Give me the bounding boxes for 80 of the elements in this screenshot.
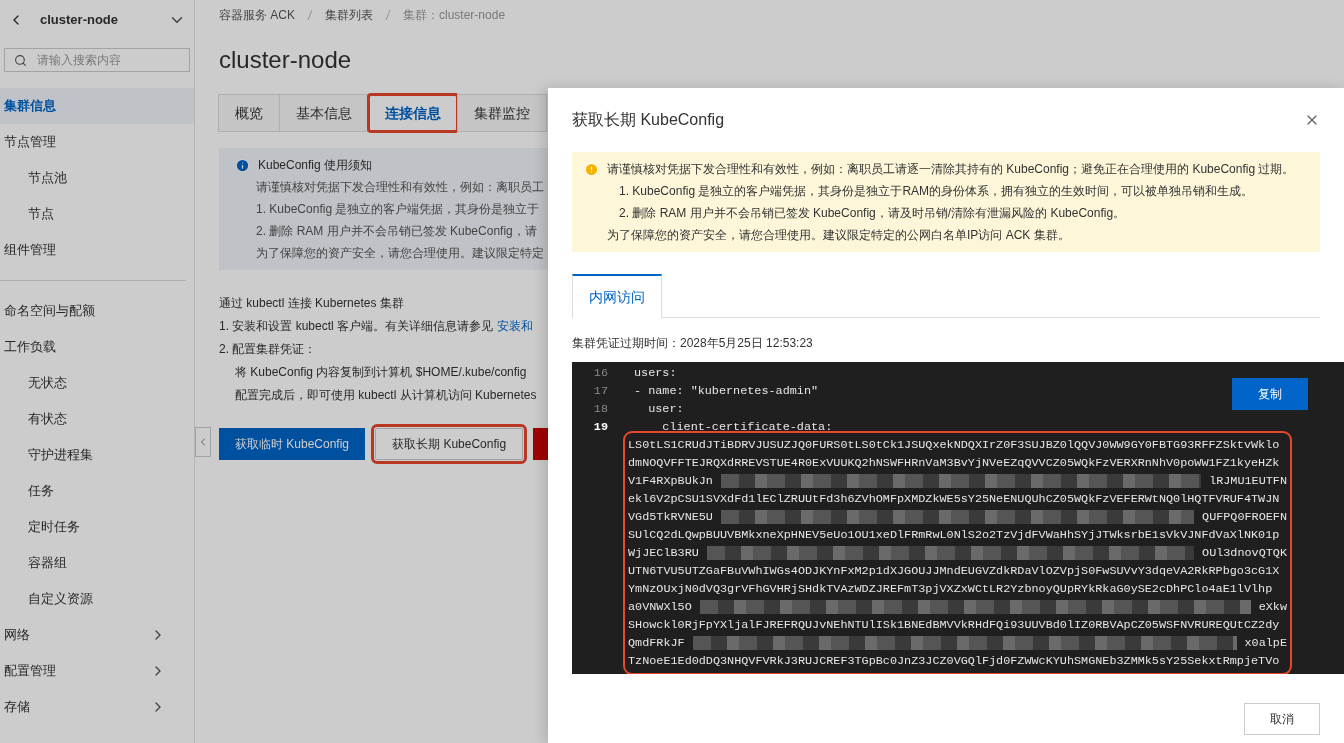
sidebar-item[interactable]: 配置管理 xyxy=(0,653,186,689)
notice-text: 请谨慎核对凭据下发合理性和有效性，例如：离职员工 xyxy=(255,179,544,196)
code-line: OUl3dnovQTQK xyxy=(1202,545,1287,562)
sidebar-item[interactable]: 网络 xyxy=(0,617,186,653)
warning-icon xyxy=(584,161,599,177)
line-number: 16 xyxy=(592,365,608,382)
code-line: QmdFRkJF xyxy=(628,635,685,652)
sidebar-item[interactable]: 容器组 xyxy=(0,545,186,581)
code-line: dmNOQVFFTEJRQXdRREVSTUE4R0ExVUUKQ2hNSWFHRnVaM3BvYjNVeEZqQVVCZ05WQkFzVERXRnNhV0poWW1FZ1kyeHZk xyxy=(628,455,1281,472)
code-line: a0VNWXl5O xyxy=(628,599,692,616)
code-line: - name: "kubernetes-admin" xyxy=(634,383,819,400)
notice-title: KubeConfig 使用须知 xyxy=(258,157,373,174)
sidebar-item[interactable]: 守护进程集 xyxy=(0,437,186,473)
tab[interactable]: 内网访问 xyxy=(572,274,662,318)
code-line: V1F4RXpBUkJn xyxy=(628,473,713,490)
code-line: eXkw xyxy=(1258,599,1287,616)
breadcrumb-item: 集群：cluster-node xyxy=(403,7,506,24)
code-line: UTN6TVU5UTZGaFBuVWhIWGs4ODJKYnFxM2p1dXJGOUJJMndEUGVZdkRDaVlOZVpjS0FwSUVvY3dqeVA2RkRPbgo3cG1X xyxy=(628,563,1281,580)
sidebar-title: cluster-node xyxy=(40,11,119,30)
sidebar-item[interactable]: 有状态 xyxy=(0,401,186,437)
search-icon xyxy=(14,54,27,67)
code-line: x0alpE xyxy=(1244,635,1287,652)
sidebar-item[interactable]: 命名空间与配额 xyxy=(0,293,186,329)
code-line: WjJEClB3RU xyxy=(628,545,699,562)
sidebar-item[interactable]: 节点管理 xyxy=(0,124,194,160)
code-line: TzNoeE1Ed0dDQ3NHQVFVRkJ3RUJCREF3TGpBc0JnZ3JCZ0VGQlFjd0FZWWcKYUhSMGNEb3ZMMk5sY25SekxtRmpjeTVo xyxy=(628,653,1281,670)
code-line: LS0tLS1CRUdJTiBDRVJUSUZJQ0FURS0tLS0tCk1JSUQxekNDQXIrZ0F3SUJBZ0lQQVJ0WW9GY0FBTG93RFFZSktvWklo xyxy=(628,437,1281,454)
sidebar-item[interactable]: 组件管理 xyxy=(0,232,194,268)
notice-text: 2. 删除 RAM 用户并不会吊销已签发 KubeConfig，请 xyxy=(255,223,537,240)
notice-text: 1. KubeConfig 是独立的客户端凭据，其身份是独立于 xyxy=(255,201,540,218)
cancel-button[interactable]: 取消 xyxy=(1244,703,1320,735)
line-number: 17 xyxy=(592,383,608,400)
line-number: 19 xyxy=(592,419,608,436)
tab[interactable]: 连接信息 xyxy=(368,94,458,132)
page-title: cluster-node xyxy=(219,45,352,75)
search-field[interactable]: 请输入搜索内容 xyxy=(4,48,190,72)
kubeconfig-button[interactable]: 获取临时 KubeConfig xyxy=(219,428,366,460)
code-line: user: xyxy=(647,401,684,418)
code-line: lRJMU1EUTFN xyxy=(1209,473,1287,490)
tab[interactable]: 概览 xyxy=(218,94,280,132)
alert-text: 2. 删除 RAM 用户并不会吊销已签发 KubeConfig，请及时吊销/清除有泄漏风险的 KubeConfig。 xyxy=(618,205,1126,222)
alert-text: 1. KubeConfig 是独立的客户端凭据，其身份是独立于RAM的身份体系，拥有独立的生效时间，可以被单独吊销和生成。 xyxy=(618,183,1254,200)
code-line: users: xyxy=(634,365,677,382)
tab[interactable]: 集群监控 xyxy=(457,94,547,132)
info-icon xyxy=(235,157,250,173)
expiry-text: 集群凭证过期时间：2028年5月25日 12:53:23 xyxy=(572,335,813,352)
sidebar-item[interactable]: 无状态 xyxy=(0,365,186,401)
step-text: 2. 配置集群凭证： xyxy=(219,341,317,358)
alert-text: 请谨慎核对凭据下发合理性和有效性，例如：离职员工请逐一清除其持有的 KubeConfig；避免正在合理使用的 KubeConfig 过期。 xyxy=(607,161,1295,178)
alert-text: 为了保障您的资产安全，请您合理使用。建议限定特定的公网白名单IP访问 ACK 集群。 xyxy=(607,227,1070,244)
breadcrumb-separator-icon xyxy=(385,9,391,21)
breadcrumb-item[interactable]: 容器服务 ACK xyxy=(219,6,295,24)
sidebar-item[interactable]: 任务 xyxy=(0,473,186,509)
line-number: 18 xyxy=(592,401,608,418)
breadcrumb-separator-icon xyxy=(307,9,313,21)
sidebar-item[interactable]: 定时任务 xyxy=(0,509,186,545)
copy-button[interactable]: 复制 xyxy=(1232,378,1308,410)
sidebar-item[interactable]: 工作负载 xyxy=(0,329,186,365)
code-line: SUlCQ2dLQwpBUUVBMkxneXpHNEV5eUo1OU1xeDlFRmRwL0NlS2o2TzVjdFVWaHhSYjJTWksrbE1sVkVJNFdVaXlNK01p xyxy=(628,527,1281,544)
section-heading: 通过 kubectl 连接 Kubernetes 集群 xyxy=(219,295,404,312)
breadcrumb-item[interactable]: 集群列表 xyxy=(325,6,373,24)
notice-text: 为了保障您的资产安全，请您合理使用。建议限定特定 xyxy=(255,245,544,262)
drawer-title: 获取长期 KubeConfig xyxy=(572,110,725,130)
code-line: SHowckl0RjFpYXljalFJREFRQUJvNEhNTUlISk1BNEdBMVVkRHdFQi93UUVBd0lIZ0RBVApCZ05WSFNVRUREQUtCZ2dy xyxy=(628,617,1281,634)
sidebar-item[interactable]: 集群信息 xyxy=(0,88,194,124)
step-text: 1. 安装和设置 kubectl 客户端。有关详细信息请参见 xyxy=(219,318,494,335)
code-line: client-certificate-data: xyxy=(661,419,833,436)
sidebar-item[interactable]: 节点 xyxy=(0,196,194,232)
tab[interactable]: 基本信息 xyxy=(279,94,369,132)
step-text: 配置完成后，即可使用 kubectl 从计算机访问 Kubernetes xyxy=(234,387,537,404)
code-line: YmNzOUxjN0dVQ3grVFhGVHRjSHdkTVAzWDZJREFmT3pjVXZxWCtLR2YzbnoyQUpRYkRkaG0ySE2cDhPClo4aE1lVlhp xyxy=(628,581,1274,598)
sidebar-item[interactable]: 存储 xyxy=(0,689,186,725)
step-text: 将 KubeConfig 内容复制到计算机 $HOME/.kube/config xyxy=(234,364,527,381)
sidebar-item[interactable]: 节点池 xyxy=(0,160,194,196)
sidebar-item[interactable]: 自定义资源 xyxy=(0,581,186,617)
code-line: ekl6V2pCSU1SVXdFd1lEClZRUUtFd3h6ZVhOMFpXMDZkWE5sY25NeENUQUhCZ05WQkFzVEFERWtNQ0lHQTFVRUF4TWJN xyxy=(628,491,1281,508)
code-line: VGd5TkRVNE5U xyxy=(628,509,713,526)
collapse-toggle[interactable] xyxy=(195,427,211,457)
install-link[interactable]: 安装和 xyxy=(497,317,534,335)
code-line: QUFPQ0FROEFN xyxy=(1202,509,1287,526)
